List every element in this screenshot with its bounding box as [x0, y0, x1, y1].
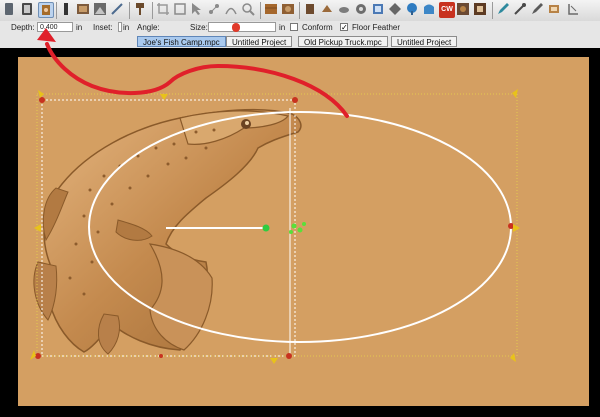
crop-icon[interactable] [156, 2, 172, 18]
inset-unit: in [123, 23, 130, 32]
size-input[interactable] [208, 22, 276, 32]
floor-feather-label: Floor Feather [352, 23, 401, 32]
tab-untitled-project-1[interactable]: Untitled Project [226, 36, 293, 47]
depth-input[interactable]: 0.400 [37, 22, 73, 32]
texture-photo-icon[interactable] [456, 2, 472, 18]
tab-joes-fish-camp[interactable]: Joe's Fish Camp.mpc [137, 36, 226, 47]
select-tool-icon[interactable] [190, 2, 206, 18]
sculpt-icon[interactable] [513, 2, 529, 18]
canvas-overlay [0, 89, 600, 417]
carve-icon[interactable] [320, 2, 336, 18]
conform-label: Conform [302, 23, 333, 32]
wood-texture-icon[interactable] [264, 2, 280, 18]
document-tab-bar: Joe's Fish Camp.mpc Untitled Project Old… [0, 35, 600, 48]
open-file-icon[interactable] [20, 2, 36, 18]
pen-icon[interactable] [530, 2, 546, 18]
fish-tail-fin [148, 243, 213, 351]
scale-tool-icon[interactable] [371, 2, 387, 18]
smudge-tool-icon[interactable] [354, 2, 370, 18]
size-unit: in [279, 23, 286, 32]
relief-texture-icon[interactable] [281, 2, 297, 18]
image-import-icon[interactable] [76, 2, 92, 18]
floor-feather-checkbox[interactable]: ✓ [340, 23, 348, 32]
offset-tool-icon[interactable] [388, 2, 404, 18]
frame-tool-icon[interactable] [473, 2, 489, 18]
stamp-tool-icon[interactable] [133, 2, 149, 18]
depth-label: Depth: [11, 23, 35, 32]
size-slider-handle[interactable] [232, 23, 240, 32]
tab-old-pickup-truck[interactable]: Old Pickup Truck.mpc [298, 36, 388, 47]
app-window: CW Depth: 0.400 in Inset: in Angle: Size… [0, 0, 600, 417]
vector-tool-icon[interactable] [224, 2, 240, 18]
tab-untitled-project-2[interactable]: Untitled Project [391, 36, 458, 47]
emboss-icon[interactable] [303, 2, 319, 18]
pen-icon[interactable] [496, 2, 512, 18]
measure-icon[interactable] [566, 2, 582, 18]
main-toolbar: CW [0, 0, 600, 22]
image-preview-icon[interactable] [93, 2, 109, 18]
conform-checkbox[interactable] [290, 23, 298, 31]
tool-options-bar: Depth: 0.400 in Inset: in Angle: Size: i… [0, 21, 600, 36]
size-label: Size: [190, 23, 208, 32]
inset-label: Inset: [93, 23, 113, 32]
tree-icon[interactable] [405, 2, 421, 18]
angle-label: Angle: [137, 23, 160, 32]
eraser-icon[interactable] [547, 2, 563, 18]
zoom-icon[interactable] [241, 2, 257, 18]
cw-icon[interactable]: CW [439, 2, 455, 18]
new-file-icon[interactable] [2, 2, 18, 18]
mold-icon[interactable] [422, 2, 438, 18]
smooth-tool-icon[interactable] [337, 2, 353, 18]
depth-unit: in [76, 23, 83, 32]
split-view-icon[interactable] [59, 2, 75, 18]
ellipse-center-marker[interactable] [289, 222, 306, 234]
node-edit-icon[interactable] [207, 2, 223, 18]
canvas-area[interactable] [0, 48, 600, 417]
inset-input[interactable] [118, 22, 122, 32]
shape-tool-icon[interactable] [173, 2, 189, 18]
center-handle[interactable] [262, 224, 270, 232]
fish-anal-fin [98, 313, 121, 355]
paint-brush-icon[interactable] [110, 2, 126, 18]
active-relief-tool-icon[interactable] [38, 2, 54, 18]
